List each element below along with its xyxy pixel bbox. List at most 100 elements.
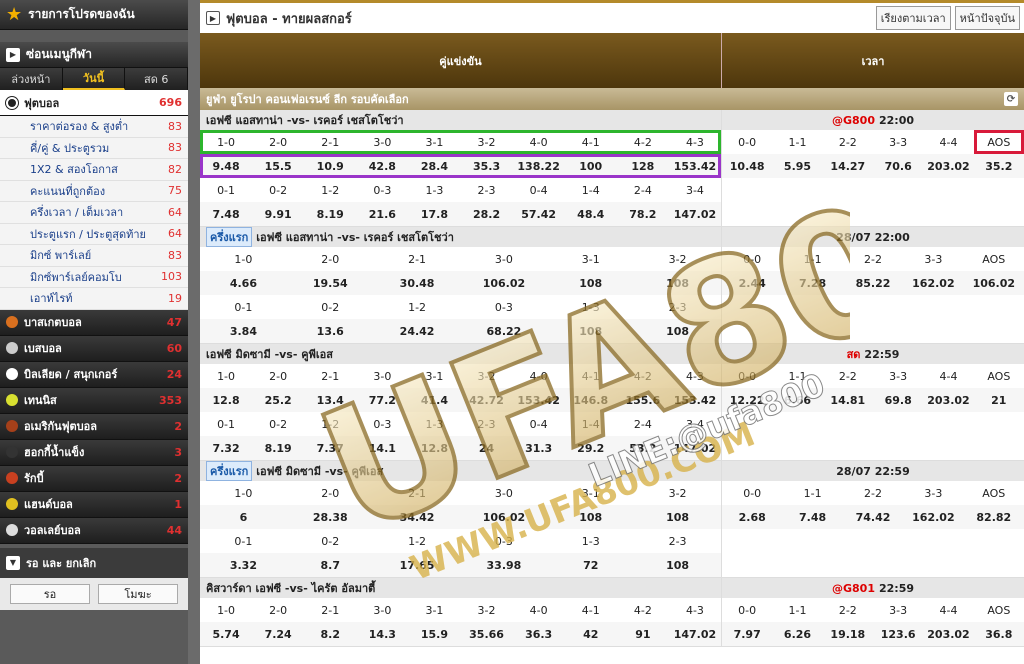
odds-value[interactable]: 203.02 [923,154,973,178]
odds-value[interactable]: 17.65 [374,553,461,577]
odds-value[interactable]: 7.24 [252,622,304,646]
odds-value[interactable]: 7.48 [200,202,252,226]
odds-value[interactable]: 108 [547,271,634,295]
tab-today[interactable]: วันนี้ [62,68,126,90]
odds-value[interactable]: 42.72 [460,388,512,412]
odds-value[interactable]: 57.42 [513,202,565,226]
odds-value[interactable]: 5.95 [772,154,822,178]
odds-value[interactable]: 42.8 [356,154,408,178]
odds-value[interactable]: 48.4 [565,202,617,226]
odds-value[interactable]: 123.6 [873,622,923,646]
odds-value[interactable]: 35.66 [460,622,512,646]
odds-value[interactable]: 82.82 [964,505,1024,529]
soccer-subitem[interactable]: ครึ่งเวลา / เต็มเวลา 64 [0,202,188,224]
odds-value[interactable]: 7.37 [304,436,356,460]
sport-item[interactable]: แฮนด์บอล 1 [0,491,188,518]
odds-value[interactable]: 14.3 [356,622,408,646]
odds-value[interactable]: 106.02 [461,505,548,529]
odds-value[interactable]: 3.84 [200,319,287,343]
odds-value[interactable]: 7.32 [200,436,252,460]
soccer-subitem[interactable]: มิกซ์ พาร์เลย์ 83 [0,245,188,267]
soccer-subitem[interactable]: 1X2 & สองโอกาส 82 [0,159,188,181]
tab-early[interactable]: ล่วงหน้า [0,68,63,90]
soccer-subitem[interactable]: ประตูแรก / ประตูสุดท้าย 64 [0,224,188,245]
odds-value[interactable]: 28.4 [408,154,460,178]
soccer-subitem[interactable]: เอาท์ไรท์ 19 [0,288,188,310]
odds-value[interactable]: 153.42 [513,388,565,412]
wait-button[interactable]: รอ [10,583,90,604]
odds-value[interactable]: 28.2 [460,202,512,226]
odds-value[interactable]: 24.42 [374,319,461,343]
soccer-subitem[interactable]: ราคาต่อรอง & สูงต่ำ 83 [0,116,188,138]
odds-value[interactable]: 106.02 [964,271,1024,295]
odds-value[interactable]: 74.42 [843,505,903,529]
odds-value[interactable]: 13.6 [287,319,374,343]
odds-value[interactable]: 128 [617,154,669,178]
odds-value[interactable]: 53.2 [617,436,669,460]
odds-value[interactable]: 155.6 [617,388,669,412]
odds-value[interactable]: 203.02 [923,388,973,412]
odds-value[interactable]: 12.8 [200,388,252,412]
odds-value[interactable]: 24 [460,436,512,460]
odds-value[interactable]: 69.8 [873,388,923,412]
odds-value[interactable]: 14.27 [823,154,873,178]
odds-value[interactable]: 12.22 [722,388,772,412]
void-button[interactable]: โมฆะ [98,583,178,604]
odds-value[interactable]: 15.9 [408,622,460,646]
odds-value[interactable]: 35.2 [974,154,1024,178]
odds-value[interactable]: 138.22 [513,154,565,178]
odds-value[interactable]: 10.48 [722,154,772,178]
soccer-subitem[interactable]: มิกซ์พาร์เลย์คอมโบ 103 [0,267,188,288]
hide-menu-header[interactable]: ▶ ซ่อนเมนูกีฬา [0,42,188,68]
odds-value[interactable]: 15.5 [252,154,304,178]
sport-item[interactable]: ฮอกกี้น้ำแข็ง 3 [0,439,188,466]
odds-value[interactable]: 147.02 [669,622,721,646]
odds-value[interactable]: 203.02 [923,622,973,646]
sport-item[interactable]: เบสบอล 60 [0,335,188,362]
odds-value[interactable]: 147.02 [669,202,721,226]
odds-value[interactable]: 6 [200,505,287,529]
odds-value[interactable]: 106.02 [461,271,548,295]
odds-value[interactable]: 85.22 [843,271,903,295]
tab-live[interactable]: สด 6 [125,68,189,90]
odds-value[interactable]: 70.6 [873,154,923,178]
odds-value[interactable]: 2.44 [722,271,782,295]
odds-value[interactable]: 108 [634,505,721,529]
odds-value[interactable]: 19.54 [287,271,374,295]
odds-value[interactable]: 36.8 [974,622,1024,646]
odds-value[interactable]: 146.8 [565,388,617,412]
odds-value[interactable]: 108 [634,553,721,577]
odds-value[interactable]: 68.22 [461,319,548,343]
odds-value[interactable]: 14.1 [356,436,408,460]
odds-value[interactable]: 91 [617,622,669,646]
refresh-icon[interactable]: ⟳ [1004,92,1018,106]
odds-value[interactable]: 12.8 [408,436,460,460]
sport-soccer[interactable]: ฟุตบอล 696 [0,90,188,116]
soccer-subitem[interactable]: คี่/คู่ & ประตูรวม 83 [0,138,188,159]
odds-value[interactable]: 108 [634,319,721,343]
odds-value[interactable]: 8.19 [304,202,356,226]
odds-value[interactable]: 5.74 [200,622,252,646]
odds-value[interactable]: 153.42 [669,388,721,412]
odds-value[interactable]: 2.68 [722,505,782,529]
odds-value[interactable]: 42 [565,622,617,646]
odds-value[interactable]: 33.98 [461,553,548,577]
odds-value[interactable]: 153.42 [669,154,721,178]
odds-value[interactable]: 36.3 [513,622,565,646]
odds-value[interactable]: 4.66 [200,271,287,295]
odds-value[interactable]: 108 [547,319,634,343]
odds-value[interactable]: 78.2 [617,202,669,226]
sport-item[interactable]: รักบี้ 2 [0,465,188,492]
odds-value[interactable]: 162.02 [903,505,963,529]
odds-value[interactable]: 7.28 [782,271,842,295]
odds-value[interactable]: 108 [547,505,634,529]
odds-value[interactable]: 147.02 [669,436,721,460]
odds-value[interactable]: 8.19 [252,436,304,460]
odds-value[interactable]: 13.4 [304,388,356,412]
odds-value[interactable]: 108 [634,271,721,295]
odds-value[interactable]: 25.2 [252,388,304,412]
odds-value[interactable]: 7.97 [722,622,772,646]
odds-value[interactable]: 8.2 [304,622,356,646]
odds-value[interactable]: 35.3 [460,154,512,178]
sport-item[interactable]: วอลเลย์บอล 44 [0,517,188,544]
